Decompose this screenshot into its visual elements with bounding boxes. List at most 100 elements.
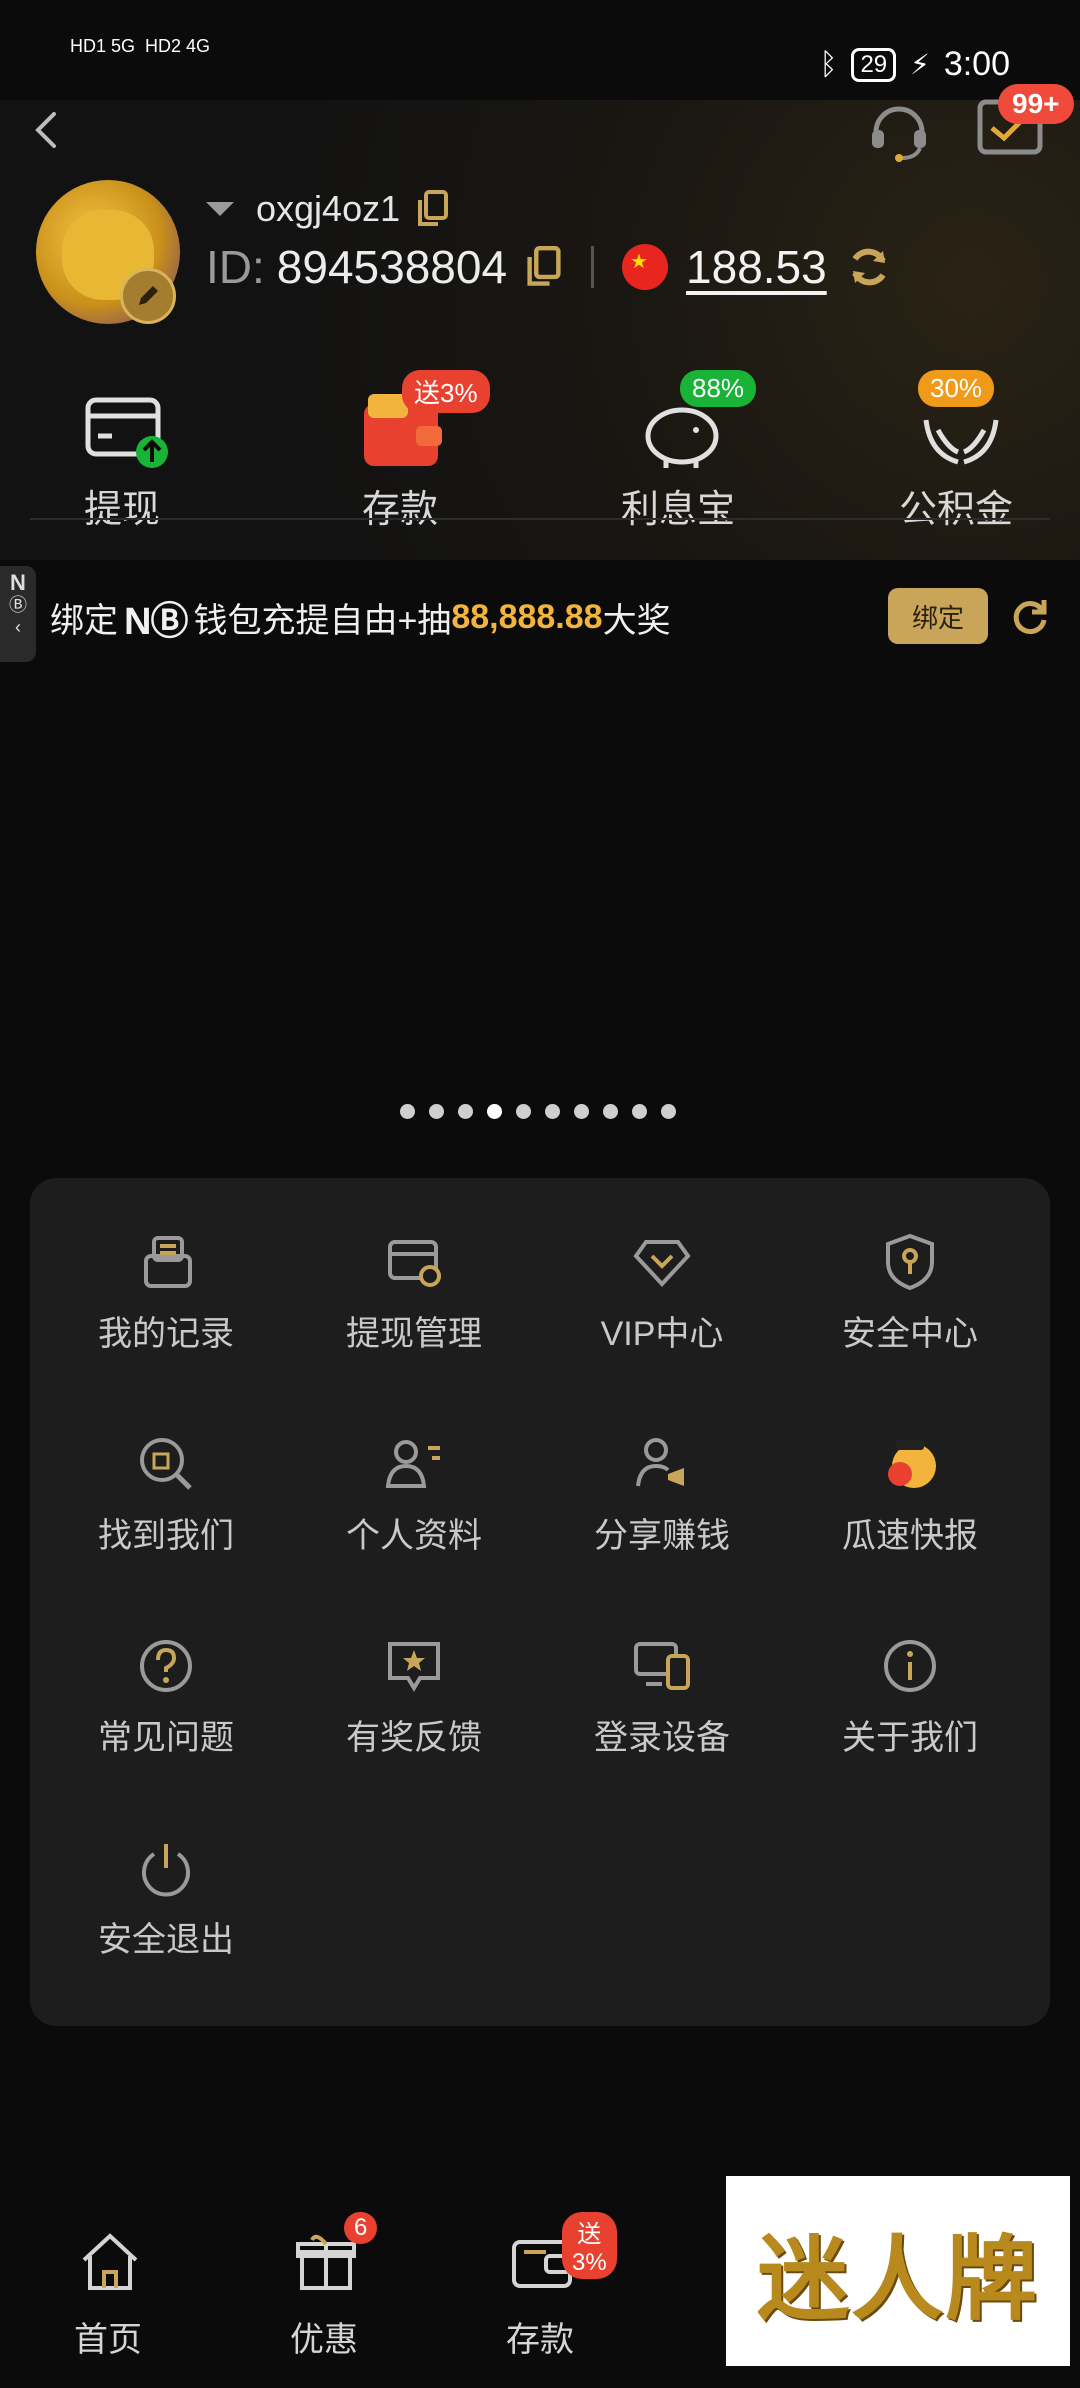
username: oxgj4oz1 <box>256 188 401 229</box>
id-prefix: ID: <box>206 241 265 293</box>
carousel-indicator[interactable] <box>400 1104 676 1119</box>
bluetooth-icon: ᛒ <box>819 47 838 81</box>
news-mascot-icon <box>888 1440 936 1488</box>
signal-indicators: HD1 5G HD2 4G <box>70 36 210 57</box>
username-row: oxgj4oz1 <box>206 188 450 230</box>
shield-key-icon <box>886 1233 934 1291</box>
menu-item-security[interactable]: 安全中心 <box>786 1192 1034 1353</box>
menu-label: 我的记录 <box>98 1315 234 1353</box>
withdraw-action[interactable]: 提现 <box>12 370 232 531</box>
quick-actions: 提现 送3% 存款 88% 利息宝 30% 公积金 <box>0 370 1080 531</box>
menu-label: 关于我们 <box>842 1719 978 1757</box>
carousel-dot[interactable] <box>516 1104 531 1119</box>
menu-item-find-us[interactable]: 找到我们 <box>42 1394 290 1555</box>
side-wallet-tab[interactable]: N Ⓑ ‹ <box>0 566 36 662</box>
menu-item-news[interactable]: 瓜速快报 <box>786 1394 1034 1555</box>
menu-item-about[interactable]: 关于我们 <box>786 1596 1034 1757</box>
nav-label: 首页 <box>74 2321 142 2359</box>
chevron-left-icon: ‹ <box>15 617 21 637</box>
carousel-dot[interactable] <box>632 1104 647 1119</box>
deposit-action[interactable]: 送3% 存款 <box>290 370 510 531</box>
menu-label: VIP中心 <box>600 1315 724 1353</box>
record-icon <box>144 1236 192 1288</box>
nav-label: 优惠 <box>290 2321 358 2359</box>
menu-item-feedback[interactable]: 有奖反馈 <box>290 1596 538 1757</box>
carousel-dot[interactable] <box>458 1104 473 1119</box>
dropdown-triangle-icon[interactable] <box>206 202 234 216</box>
user-id: 894538804 <box>276 241 508 293</box>
carousel-dot[interactable] <box>400 1104 415 1119</box>
menu-item-vip[interactable]: VIP中心 <box>538 1192 786 1353</box>
question-icon <box>140 1640 192 1692</box>
vip-icon <box>633 1240 691 1287</box>
header-divider <box>30 518 1050 520</box>
message-count-badge: 99+ <box>998 84 1074 124</box>
info-icon <box>884 1640 936 1692</box>
menu-label: 找到我们 <box>98 1517 234 1555</box>
refresh-icon[interactable] <box>1010 596 1050 636</box>
bind-button[interactable]: 绑定 <box>888 588 988 644</box>
watermark: 迷人牌 <box>726 2176 1070 2366</box>
menu-item-withdraw-manage[interactable]: 提现管理 <box>290 1192 538 1353</box>
nav-home[interactable]: 首页 <box>48 2230 168 2370</box>
promo-brand: NⒷ <box>124 601 188 643</box>
menu-label: 常见问题 <box>98 1719 234 1757</box>
carousel-dot[interactable] <box>603 1104 618 1119</box>
side-tab-letter: N <box>10 570 26 595</box>
profile-icon <box>385 1440 440 1488</box>
copy-id-icon[interactable] <box>525 246 563 288</box>
nav-deposit[interactable]: 送3% 存款 <box>480 2212 617 2370</box>
promo-count-badge: 6 <box>344 2212 378 2244</box>
carousel-dot[interactable] <box>545 1104 560 1119</box>
menu-item-share[interactable]: 分享赚钱 <box>538 1394 786 1555</box>
promo-suffix: 大奖 <box>602 602 671 640</box>
menu-item-profile[interactable]: 个人资料 <box>290 1394 538 1555</box>
promo-prefix: 绑定 <box>50 602 118 640</box>
coin-icon: Ⓑ <box>9 595 27 615</box>
carousel-dot[interactable] <box>429 1104 444 1119</box>
menu-item-faq[interactable]: 常见问题 <box>42 1596 290 1757</box>
status-right: ᛒ 29 ⚡ 3:00 <box>819 45 1010 84</box>
interest-rate-pill: 88% <box>680 370 757 407</box>
menu-label: 分享赚钱 <box>594 1517 730 1555</box>
menu-label: 个人资料 <box>346 1517 482 1555</box>
menu-item-devices[interactable]: 登录设备 <box>538 1596 786 1757</box>
promo-middle: 钱包充提自由+抽 <box>193 602 452 640</box>
carousel-dot[interactable] <box>661 1104 676 1119</box>
promo-amount: 88,888.88 <box>451 598 603 636</box>
sim1-signal: HD1 5G <box>70 36 136 56</box>
fund-action[interactable]: 30% 公积金 <box>846 370 1066 531</box>
refresh-balance-icon[interactable] <box>845 243 893 291</box>
menu-label: 登录设备 <box>594 1719 730 1757</box>
power-icon <box>142 1844 190 1897</box>
share-icon <box>636 1438 684 1487</box>
withdraw-label: 提现 <box>83 489 160 531</box>
interest-label: 利息宝 <box>620 489 735 531</box>
divider <box>591 246 595 288</box>
nav-promotions[interactable]: 6 优惠 <box>264 2212 384 2370</box>
menu-label: 提现管理 <box>346 1315 482 1353</box>
menu-item-logout[interactable]: 安全退出 <box>42 1798 290 1959</box>
china-flag-icon <box>622 244 669 290</box>
menu-label: 安全退出 <box>98 1921 234 1959</box>
customer-service-icon[interactable] <box>866 96 932 162</box>
back-button[interactable] <box>28 110 68 150</box>
edit-avatar-button[interactable] <box>120 268 176 324</box>
devices-icon <box>634 1642 690 1690</box>
deposit-label: 存款 <box>361 489 438 531</box>
battery-indicator: 29 <box>851 47 897 82</box>
pencil-icon <box>139 286 158 305</box>
fund-label: 公积金 <box>898 489 1013 531</box>
withdraw-manage-icon <box>388 1240 441 1287</box>
interest-action[interactable]: 88% 利息宝 <box>568 370 788 531</box>
carousel-dot-active[interactable] <box>487 1104 502 1119</box>
menu-label: 安全中心 <box>842 1315 978 1353</box>
carousel-dot[interactable] <box>574 1104 589 1119</box>
clock: 3:00 <box>943 45 1010 83</box>
copy-username-icon[interactable] <box>416 190 450 228</box>
withdraw-card-icon <box>85 397 168 468</box>
promo-banner[interactable]: 绑定 NⒷ 钱包充提自由+抽 88,888.88 大奖 <box>50 590 671 645</box>
balance-amount[interactable]: 188.53 <box>686 240 827 294</box>
menu-item-records[interactable]: 我的记录 <box>42 1192 290 1353</box>
menu-label: 瓜速快报 <box>842 1517 978 1555</box>
